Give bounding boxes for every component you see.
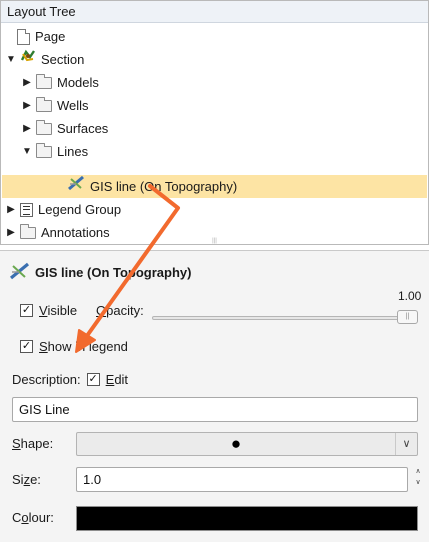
description-label: Description: xyxy=(12,372,81,387)
expand-arrow-icon[interactable]: ▶ xyxy=(21,117,33,140)
tree-item-legend-group[interactable]: ▶ Legend Group xyxy=(5,198,121,221)
tree-item-surfaces[interactable]: ▶ Surfaces xyxy=(21,117,108,140)
opacity-label: Opacity: xyxy=(96,303,144,318)
expand-arrow-icon[interactable]: ▼ xyxy=(5,48,17,71)
show-in-legend-row[interactable]: ✓ Show in legend xyxy=(20,339,128,354)
opacity-slider-track[interactable] xyxy=(152,316,418,320)
tree-item-section[interactable]: ▼ Section xyxy=(5,48,84,71)
tree-item-label: Lines xyxy=(57,144,89,159)
properties-panel xyxy=(0,250,429,542)
expand-arrow-icon[interactable]: ▶ xyxy=(21,71,33,94)
properties-title-text: GIS line (On Topography) xyxy=(35,265,192,280)
visible-checkbox[interactable]: ✓ xyxy=(20,304,33,317)
tree-item-models[interactable]: ▶ Models xyxy=(21,71,99,94)
tree-item-label: Models xyxy=(57,75,99,90)
tree-item-label: Legend Group xyxy=(38,202,122,217)
expand-arrow-icon[interactable]: ▶ xyxy=(5,198,17,221)
tree-item-wells[interactable]: ▶ Wells xyxy=(21,94,89,117)
tree-item-gis-line[interactable]: GIS line (On Topography) xyxy=(2,175,427,198)
tree-item-lines[interactable]: ▼ Lines xyxy=(21,140,88,163)
colour-swatch[interactable] xyxy=(76,506,418,531)
expand-arrow-icon[interactable]: ▶ xyxy=(21,94,33,117)
visible-checkbox-row[interactable]: ✓ Visible xyxy=(20,303,77,318)
description-edit-checkbox[interactable]: ✓ xyxy=(86,373,100,386)
colour-label: Co lour: xyxy=(12,510,54,525)
collapse-arrow-icon[interactable]: ▼ xyxy=(21,140,33,163)
page-icon xyxy=(17,28,30,45)
gis-line-icon xyxy=(68,175,85,198)
chevron-up-icon[interactable]: ∧ xyxy=(413,466,423,477)
layout-tree-panel: Layout Tree Page ▼ Section ▶ Models ▶ We… xyxy=(0,0,429,245)
description-row: Description: ✓ Edit xyxy=(12,372,128,387)
tree-item-page[interactable]: Page xyxy=(17,25,65,48)
show-in-legend-checkbox[interactable]: ✓ xyxy=(20,340,33,353)
size-input[interactable]: 1.0 xyxy=(76,467,408,492)
legend-icon xyxy=(20,202,33,217)
splitter-handle[interactable]: ||| xyxy=(1,238,428,244)
opacity-slider-thumb[interactable]: || xyxy=(397,310,418,324)
opacity-value: 1.00 xyxy=(398,289,422,303)
folder-icon xyxy=(36,97,52,112)
size-stepper[interactable]: ∧ ∨ xyxy=(413,466,423,490)
shape-value: ● xyxy=(230,434,242,453)
tree-item-label: Wells xyxy=(57,98,89,113)
folder-icon xyxy=(36,143,52,158)
layout-tree-header: Layout Tree xyxy=(1,1,428,23)
folder-icon xyxy=(36,120,52,135)
chevron-down-icon[interactable]: ∨ xyxy=(395,433,417,455)
tree-item-label: Page xyxy=(35,29,66,44)
tree-item-label: Surfaces xyxy=(57,121,109,136)
properties-title: GIS line (On Topography) xyxy=(9,262,192,283)
show-in-legend-label: Show in legend xyxy=(39,339,128,354)
description-input[interactable]: GIS Line xyxy=(12,397,418,422)
chevron-down-icon[interactable]: ∨ xyxy=(413,477,423,488)
section-icon xyxy=(20,48,36,71)
tree-item-label: GIS line (On Topography) xyxy=(90,179,238,194)
size-label: Si z e: xyxy=(12,472,41,487)
gis-line-icon xyxy=(9,262,30,283)
description-edit-label: Edit xyxy=(105,372,129,387)
tree-item-label: Section xyxy=(41,52,85,67)
folder-icon xyxy=(36,74,52,89)
visible-label: Visible xyxy=(39,303,78,318)
shape-select[interactable]: ● ∨ xyxy=(76,432,418,456)
shape-label: Shape: xyxy=(12,436,54,451)
